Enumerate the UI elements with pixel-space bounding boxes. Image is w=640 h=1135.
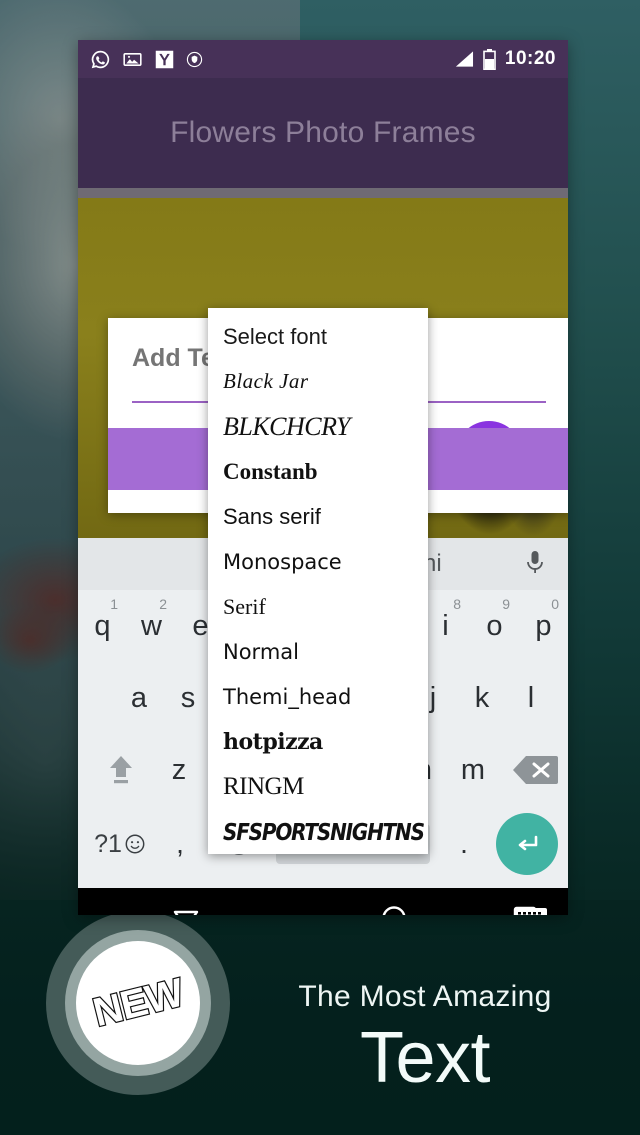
font-menu-header: Select font	[223, 323, 327, 349]
status-bar: 10:20	[78, 40, 568, 78]
key-i-number: 8	[453, 595, 461, 612]
key-m[interactable]: m	[449, 754, 498, 787]
font-option-sfsportsnightns[interactable]: SFSPORTSNIGHTNS	[208, 806, 428, 858]
android-nav-bar	[78, 888, 568, 915]
key-o-label: o	[486, 609, 503, 642]
key-q[interactable]: 1q	[78, 596, 127, 643]
font-select-menu: Select font Black Jar BLKCHCRY Constanb …	[208, 308, 428, 854]
shift-icon	[110, 756, 133, 784]
new-badge-inner: NEW	[76, 941, 200, 1065]
key-p[interactable]: 0p	[519, 596, 568, 643]
phone-screenshot: 10:20 Flowers Photo Frames Every flower …	[78, 40, 568, 915]
symbols-key-label: ?1	[94, 829, 122, 858]
font-option-black-jar[interactable]: Black Jar	[208, 359, 428, 404]
gallery-icon	[123, 52, 142, 66]
nav-home-button[interactable]	[378, 902, 410, 915]
font-option-ringm[interactable]: RINGM	[208, 764, 428, 809]
status-bar-left-icons	[90, 49, 203, 70]
app-bar: Flowers Photo Frames	[78, 78, 568, 188]
key-q-label: q	[94, 609, 111, 642]
key-w-label: w	[141, 609, 162, 642]
nav-keyboard-button[interactable]	[514, 905, 548, 915]
font-option-blkchcry[interactable]: BLKCHCRY	[208, 404, 428, 449]
battery-icon	[483, 48, 496, 70]
shield-icon	[186, 51, 203, 67]
font-option-themi-head[interactable]: Themi_head	[208, 674, 428, 719]
status-bar-right-icons: 10:20	[453, 48, 556, 70]
key-s[interactable]: s	[164, 682, 213, 715]
period-key[interactable]: .	[436, 828, 492, 860]
font-option-monospace[interactable]: Monospace	[208, 539, 428, 584]
key-p-number: 0	[551, 595, 559, 612]
shift-key[interactable]	[88, 751, 155, 789]
nav-back-button[interactable]	[170, 902, 202, 915]
microphone-icon[interactable]	[524, 549, 546, 579]
yandex-icon	[155, 50, 174, 68]
new-badge-ring: NEW	[65, 930, 211, 1076]
backspace-icon	[512, 756, 558, 784]
font-option-hotpizza[interactable]: hotpizza	[208, 719, 428, 764]
key-o-number: 9	[502, 595, 510, 612]
app-bar-divider	[78, 188, 568, 198]
home-icon	[382, 905, 406, 915]
font-option-constanb[interactable]: Constanb	[208, 449, 428, 494]
keyboard-icon	[515, 907, 547, 915]
status-bar-clock: 10:20	[504, 48, 556, 69]
key-i[interactable]: 8i	[421, 596, 470, 643]
key-l[interactable]: l	[507, 682, 556, 715]
new-badge-label: NEW	[88, 969, 189, 1036]
key-p-label: p	[535, 609, 552, 642]
backspace-key[interactable]	[502, 754, 569, 786]
key-i-label: i	[442, 609, 449, 642]
emoji-icon	[125, 834, 145, 854]
key-k[interactable]: k	[458, 682, 507, 715]
new-badge: NEW	[46, 911, 230, 1095]
enter-icon	[518, 835, 538, 851]
back-icon	[173, 910, 199, 915]
key-z[interactable]: z	[155, 754, 204, 787]
app-title: Flowers Photo Frames	[170, 116, 476, 149]
font-option-sans-serif[interactable]: Sans serif	[208, 494, 428, 539]
comma-key[interactable]: ,	[152, 828, 208, 860]
font-option-normal[interactable]: Normal	[208, 629, 428, 674]
key-q-number: 1	[110, 595, 118, 612]
key-o[interactable]: 9o	[470, 596, 519, 643]
symbols-key[interactable]: ?1	[88, 830, 152, 859]
whatsapp-icon	[91, 50, 110, 68]
key-w-number: 2	[159, 595, 167, 612]
key-a[interactable]: a	[115, 682, 164, 715]
key-e-label: e	[192, 609, 209, 642]
signal-icon	[455, 51, 473, 67]
font-option-serif[interactable]: Serif	[208, 584, 428, 629]
promo-headline: The Most Amazing	[298, 980, 552, 1013]
promo-subheadline: Text	[359, 1018, 491, 1098]
key-w[interactable]: 2w	[127, 596, 176, 643]
enter-key[interactable]	[496, 813, 558, 875]
